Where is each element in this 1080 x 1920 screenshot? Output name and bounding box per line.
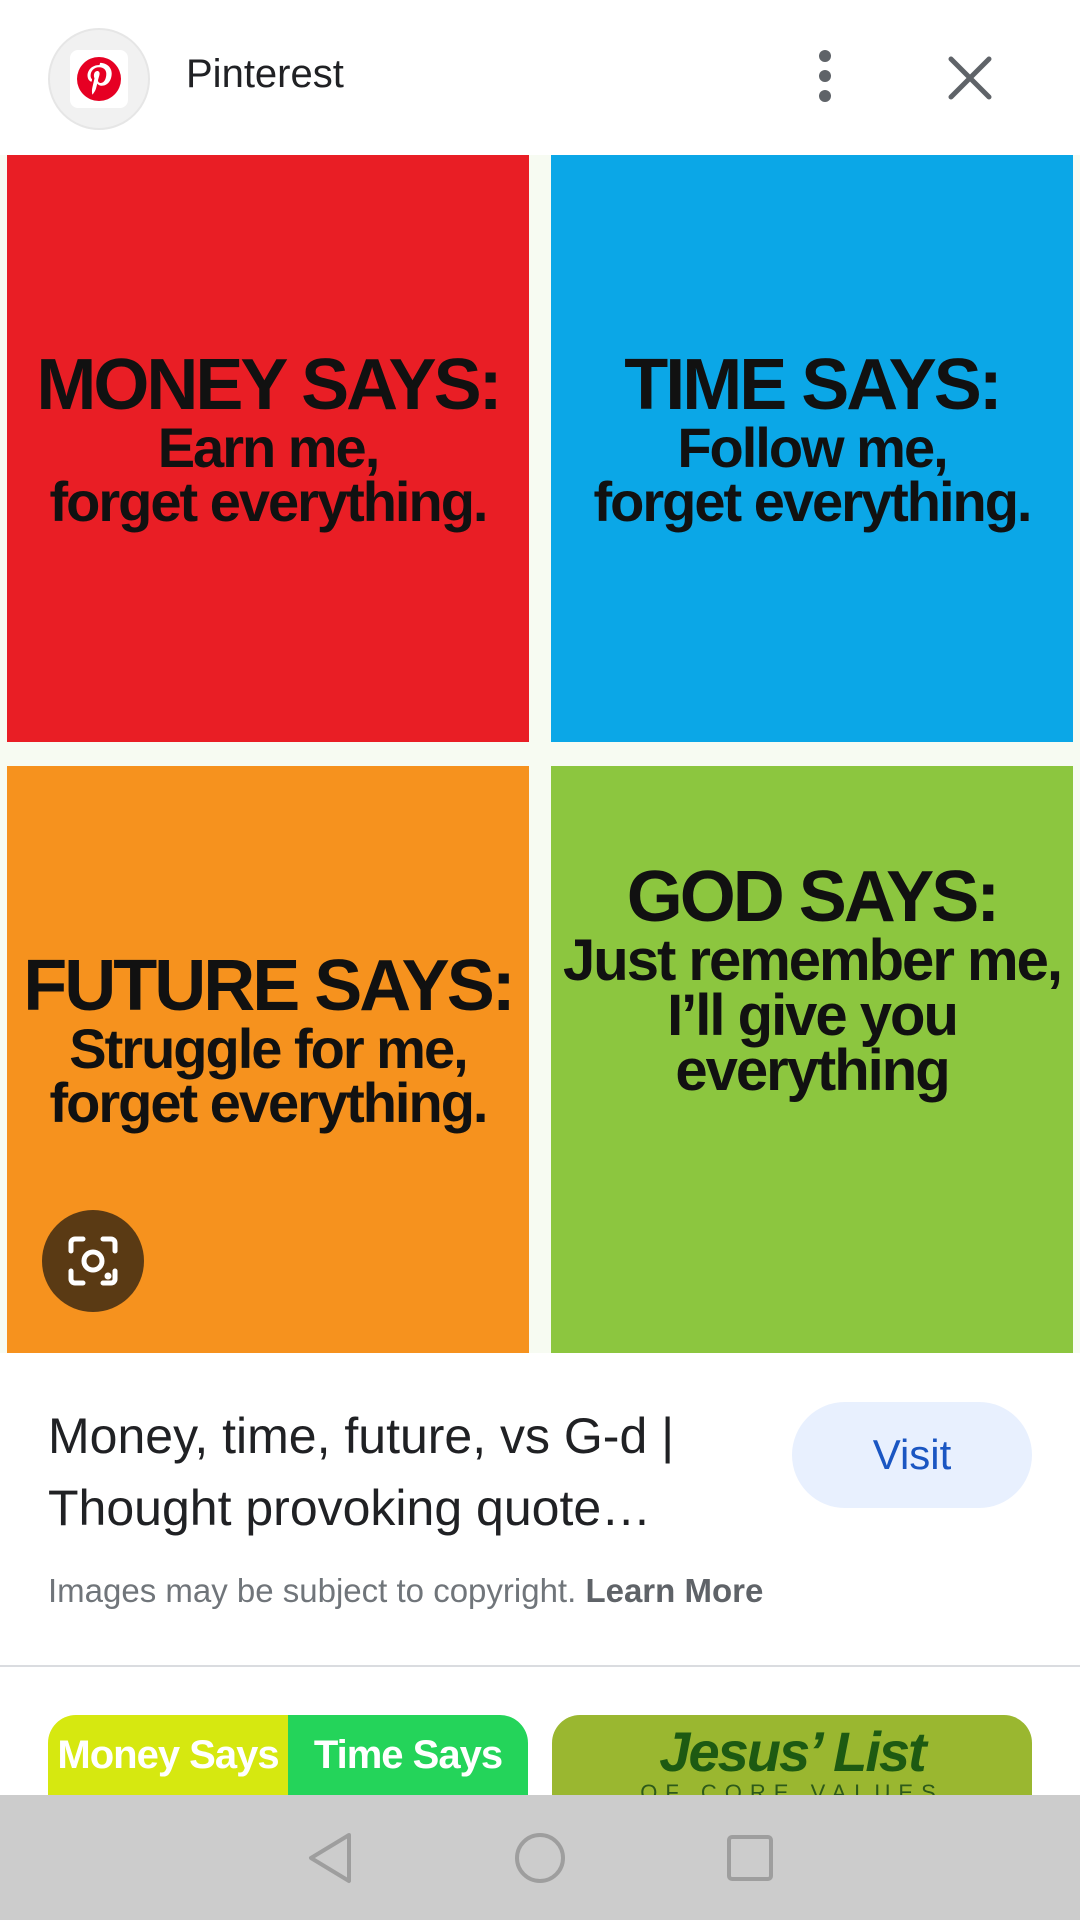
quadrant-line: Just remember me, bbox=[563, 927, 1063, 993]
related-thumb-subtitle: OF CORE VALUES bbox=[640, 1780, 944, 1795]
back-button[interactable] bbox=[300, 1828, 360, 1888]
quadrant-heading: MONEY SAYS: bbox=[36, 345, 502, 426]
quadrant-heading: FUTURE SAYS: bbox=[23, 946, 515, 1027]
main-image[interactable]: MONEY SAYS: Earn me, forget everything. … bbox=[0, 155, 1080, 1353]
close-button[interactable] bbox=[940, 45, 1000, 110]
related-thumb-text: Money Says bbox=[48, 1715, 288, 1795]
google-lens-button[interactable] bbox=[42, 1210, 144, 1312]
related-thumb-title: Jesus’ List bbox=[659, 1720, 926, 1783]
more-options-button[interactable] bbox=[800, 40, 850, 112]
visit-button[interactable]: Visit bbox=[792, 1402, 1032, 1508]
back-triangle-icon bbox=[309, 1832, 351, 1883]
section-divider bbox=[0, 1665, 1080, 1667]
pinterest-logo-icon bbox=[70, 50, 128, 108]
site-logo[interactable] bbox=[48, 28, 150, 130]
viewer-header: Pinterest bbox=[0, 0, 1080, 155]
copyright-notice: Images may be subject to copyright. Lear… bbox=[48, 1572, 763, 1610]
quadrant-money: MONEY SAYS: Earn me, forget everything. bbox=[7, 155, 529, 742]
related-thumb-text: Time Says bbox=[288, 1715, 528, 1795]
quadrant-line: Follow me, bbox=[677, 416, 948, 480]
quadrant-line: I’ll give you bbox=[667, 982, 959, 1048]
quadrant-line: everything bbox=[675, 1038, 950, 1104]
close-icon bbox=[948, 56, 992, 99]
site-name: Pinterest bbox=[186, 52, 344, 96]
quadrant-heading: GOD SAYS: bbox=[626, 856, 1000, 937]
quadrant-line: Earn me, bbox=[157, 416, 381, 480]
more-vert-icon bbox=[819, 50, 831, 102]
quadrant-line: forget everything. bbox=[593, 469, 1033, 533]
recents-square-icon bbox=[727, 1834, 773, 1881]
copyright-text: Images may be subject to copyright. bbox=[48, 1572, 577, 1609]
home-circle-icon bbox=[515, 1832, 565, 1883]
quadrant-god: GOD SAYS: Just remember me, I’ll give yo… bbox=[551, 766, 1073, 1353]
quadrant-heading: TIME SAYS: bbox=[624, 345, 1002, 426]
quadrant-time: TIME SAYS: Follow me, forget everything. bbox=[551, 155, 1073, 742]
quadrant-line: Struggle for me, bbox=[69, 1017, 468, 1081]
related-image-1[interactable]: Money Says Time Says bbox=[48, 1715, 528, 1795]
related-image-2[interactable]: Jesus’ List OF CORE VALUES bbox=[552, 1715, 1032, 1795]
system-nav-bar bbox=[0, 1795, 1080, 1920]
quadrant-line: forget everything. bbox=[49, 1070, 489, 1134]
quadrant-line: forget everything. bbox=[49, 469, 489, 533]
home-button[interactable] bbox=[510, 1828, 570, 1888]
recents-button[interactable] bbox=[720, 1828, 780, 1888]
result-title[interactable]: Money, time, future, vs G-d | Thought pr… bbox=[48, 1400, 768, 1544]
google-lens-icon bbox=[68, 1236, 118, 1286]
learn-more-link[interactable]: Learn More bbox=[585, 1572, 763, 1609]
